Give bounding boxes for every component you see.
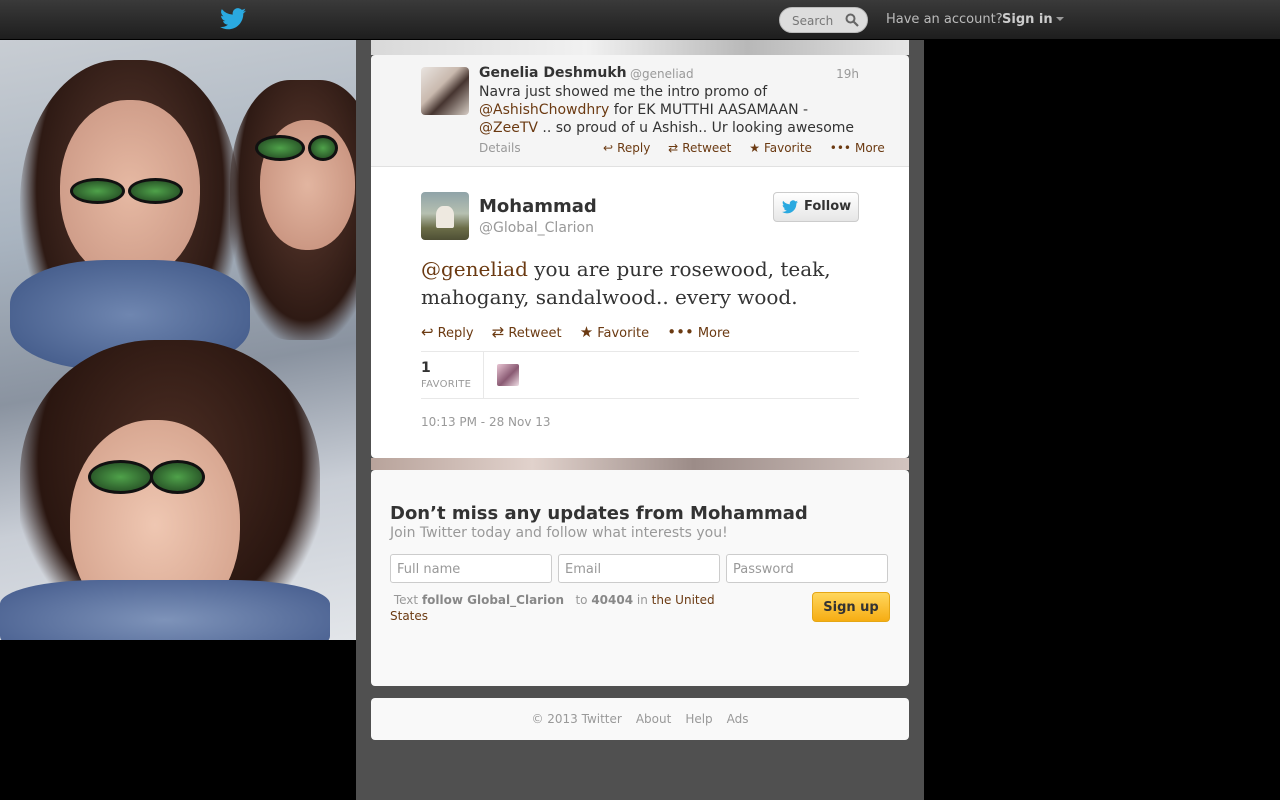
favorites-label: FAVORITE [421, 379, 472, 390]
ads-link[interactable]: Ads [727, 712, 749, 726]
copyright: © 2013 Twitter [531, 712, 622, 726]
sms-follow-text: Text follow Global_Clarion to 40404 in t… [390, 593, 715, 623]
password-field[interactable]: Password [726, 554, 888, 583]
reply-button[interactable]: ↩ Reply [421, 323, 474, 341]
sign-up-button[interactable]: Sign up [812, 592, 890, 622]
star-icon: ★ [579, 323, 594, 341]
tweet-timestamp[interactable]: 19h [836, 67, 859, 81]
mention-link[interactable]: @AshishChowdhry [479, 102, 609, 118]
tweet-stats: 1 FAVORITE [421, 351, 859, 399]
tweet-author-name[interactable]: Genelia Deshmukh [479, 65, 627, 81]
caret-down-icon [1055, 17, 1064, 21]
about-link[interactable]: About [636, 712, 671, 726]
favorite-button[interactable]: ★ Favorite [749, 141, 812, 155]
signup-panel: Don’t miss any updates from Mohammad Joi… [371, 470, 909, 686]
retweet-icon: ⇄ [668, 141, 679, 155]
more-dots-icon: ••• [829, 141, 851, 155]
follow-label: Follow [804, 199, 852, 214]
email-field[interactable]: Email [558, 554, 720, 583]
favorites-count[interactable]: 1 [421, 360, 431, 376]
divider [483, 352, 484, 398]
tweet-text: Navra just showed me the intro promo of … [479, 84, 855, 136]
help-link[interactable]: Help [685, 712, 712, 726]
follow-button[interactable]: Follow [773, 192, 859, 222]
sign-in-label: Sign in [1002, 12, 1053, 27]
more-button[interactable]: ••• More [667, 323, 730, 341]
reply-button[interactable]: ↩ Reply [603, 141, 650, 155]
tweet-date: 10:13 PM - 28 Nov 13 [421, 415, 551, 429]
twitter-bird-icon [782, 200, 798, 214]
tweet-author-handle[interactable]: @Global_Clarion [479, 220, 594, 236]
tweet-author-name[interactable]: Mohammad [479, 196, 597, 217]
search-input[interactable]: Search [779, 7, 868, 33]
sign-in-button[interactable]: Sign in [1002, 12, 1064, 27]
star-icon: ★ [749, 141, 760, 155]
retweet-button[interactable]: ⇄ Retweet [491, 323, 562, 341]
avatar[interactable] [497, 364, 519, 386]
background-strip-bottom [371, 458, 909, 470]
more-dots-icon: ••• [667, 323, 694, 341]
favorite-button[interactable]: ★ Favorite [579, 323, 649, 341]
signup-subtitle: Join Twitter today and follow what inter… [390, 525, 728, 541]
reply-icon: ↩ [421, 323, 434, 341]
full-name-field[interactable]: Full name [390, 554, 552, 583]
background-photo [0, 40, 371, 640]
tweet-actions: ↩ Reply ⇄ Retweet ★ Favorite ••• More [421, 323, 744, 341]
background-strip [371, 40, 909, 55]
have-account-text: Have an account? [886, 12, 1003, 27]
top-bar: Search Have an account? Sign in [0, 0, 1280, 40]
search-placeholder: Search [792, 14, 834, 28]
mention-link[interactable]: @geneliad [421, 257, 528, 281]
parent-tweet[interactable]: Genelia Deshmukh @geneliad 19h Navra jus… [371, 55, 909, 167]
avatar[interactable] [421, 192, 469, 240]
retweet-icon: ⇄ [491, 323, 505, 341]
avatar[interactable] [421, 67, 469, 115]
signup-title: Don’t miss any updates from Mohammad [390, 503, 808, 524]
twitter-bird-logo-icon[interactable] [220, 8, 246, 30]
retweet-button[interactable]: ⇄ Retweet [668, 141, 731, 155]
tweet-actions: ↩ Reply ⇄ Retweet ★ Favorite ••• More [589, 141, 885, 155]
search-icon[interactable] [845, 13, 859, 27]
mention-link[interactable]: @ZeeTV [479, 120, 538, 136]
main-tweet: Mohammad @Global_Clarion Follow @genelia… [371, 167, 909, 458]
tweet-text: @geneliad you are pure rosewood, teak, m… [421, 257, 831, 309]
more-button[interactable]: ••• More [830, 141, 885, 155]
footer: © 2013 Twitter About Help Ads [371, 698, 909, 740]
tweet-author-handle[interactable]: @geneliad [630, 67, 694, 81]
details-link[interactable]: Details [479, 141, 521, 155]
reply-icon: ↩ [603, 141, 614, 155]
